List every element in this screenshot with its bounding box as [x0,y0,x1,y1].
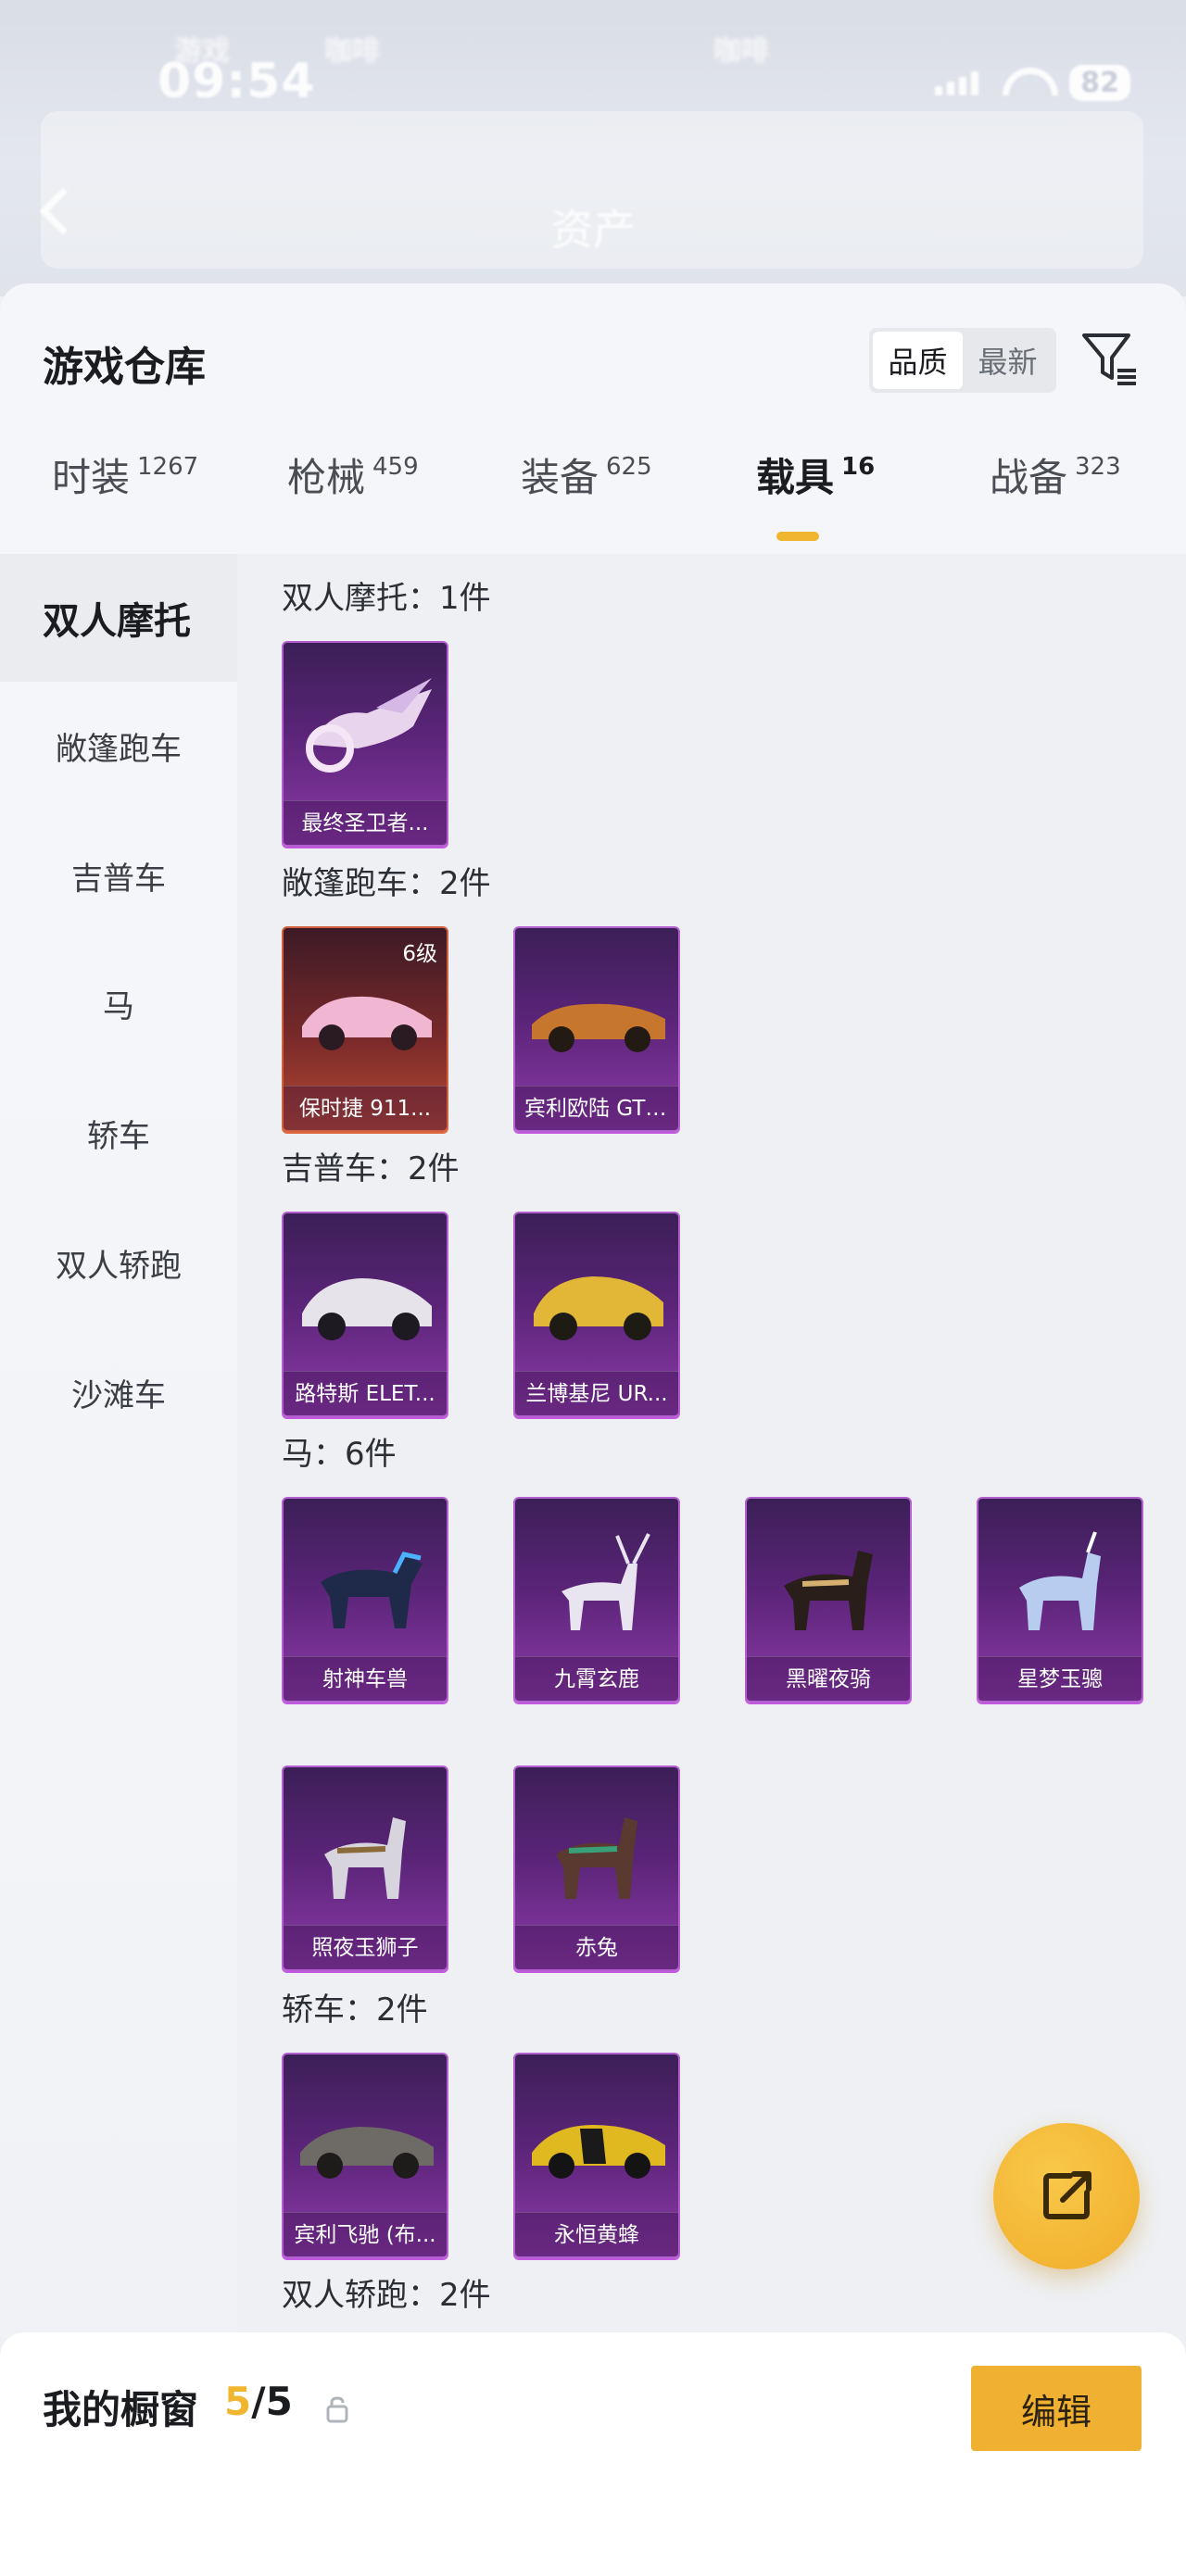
section-title: 马：6件 [282,1436,397,1473]
tab-gear[interactable]: 战备 323 [990,450,1121,543]
sidebar-item-jeep[interactable]: 吉普车 [0,811,237,939]
showcase-label: 我的橱窗 [43,2387,199,2432]
car-image [532,1003,665,1052]
vehicle-name: 最终圣卫者... [284,800,447,845]
motorcycle-image [306,678,432,773]
showcase-total: /5 [251,2379,293,2424]
vehicle-name: 射神车兽 [284,1656,447,1701]
vehicle-name: 黑曜夜骑 [747,1656,910,1701]
lock-icon [326,2396,348,2423]
vehicle-name: 保时捷 911... [284,1086,447,1130]
vehicle-card[interactable]: 黑曜夜骑 [745,1497,912,1703]
car-image [532,2125,665,2179]
vehicle-name: 宾利欧陆 GT ... [515,1086,678,1130]
showcase-count: 5/5 [224,2379,293,2424]
car-image [300,2127,434,2179]
vehicle-card[interactable]: 宾利飞驰 (布... [282,2053,448,2258]
vehicle-name: 星梦玉骢 [978,1656,1142,1701]
sidebar-item-sedan[interactable]: 轿车 [0,1069,237,1197]
vehicle-name: 赤兔 [515,1925,678,1969]
horse-image [561,1533,650,1630]
sidebar-item-beach-buggy[interactable]: 沙滩车 [0,1328,237,1456]
vehicle-card[interactable]: 路特斯 ELET... [282,1212,448,1417]
vehicle-card[interactable]: 兰博基尼 UR... [513,1212,680,1417]
section-title: 吉普车：2件 [282,1150,460,1187]
battery-indicator: 82 [1069,65,1130,101]
tab-count: 323 [1075,453,1121,481]
page-title: 资产 [550,205,636,255]
vehicle-card[interactable]: 星梦玉骢 [977,1497,1143,1703]
section-title: 敞篷跑车：2件 [282,865,491,902]
vehicle-card[interactable]: 赤兔 [513,1766,680,1971]
sort-option-quality[interactable]: 品质 [873,332,963,389]
vehicle-name: 宾利飞驰 (布... [284,2212,447,2256]
sort-option-latest[interactable]: 最新 [963,332,1053,389]
tab-label: 战备 [990,455,1068,500]
vehicle-card[interactable]: 宾利欧陆 GT ... [513,926,680,1132]
vehicle-card[interactable]: 6级 保时捷 911... [282,926,448,1132]
sidebar-item-two-seat-coupe[interactable]: 双人轿跑 [0,1199,237,1326]
tab-equipment[interactable]: 装备 625 [521,450,652,543]
tab-vehicles[interactable]: 载具 16 [756,450,875,543]
tab-count: 625 [606,453,652,481]
tab-label: 枪械 [287,455,366,500]
vehicle-type-sidebar: 双人摩托 敞篷跑车 吉普车 马 轿车 双人轿跑 沙滩车 [0,554,237,2338]
showcase-bar: 我的橱窗 5/5 编辑 [0,2332,1186,2576]
vehicle-card[interactable]: 永恒黄蜂 [513,2053,680,2258]
horse-image [556,1817,637,1899]
tab-label: 装备 [521,455,599,500]
section-title: 双人轿跑：2件 [282,2277,491,2314]
edit-button[interactable]: 编辑 [971,2366,1142,2451]
horse-image [784,1551,873,1630]
section-title: 双人摩托：1件 [282,580,491,617]
external-link-icon [1043,2171,1091,2219]
tab-label: 载具 [756,455,835,500]
faded-text: 咖啡 [713,35,769,68]
signal-icon [935,70,979,95]
warehouse-title: 游戏仓库 [43,344,206,391]
sidebar-item-two-seat-motorcycle[interactable]: 双人摩托 [0,554,237,682]
car-image [534,1276,663,1340]
sort-toggle: 品质 最新 [869,328,1056,393]
showcase-current: 5 [224,2379,252,2424]
wifi-icon [1003,68,1045,99]
vehicle-name: 九霄玄鹿 [515,1656,678,1701]
share-fab[interactable] [993,2123,1140,2269]
section-title: 轿车：2件 [282,1992,428,2029]
vehicle-card[interactable]: 九霄玄鹿 [513,1497,680,1703]
active-tab-indicator [776,532,819,541]
vehicle-name: 永恒黄蜂 [515,2212,678,2256]
car-image [302,996,432,1050]
sidebar-item-convertible[interactable]: 敞篷跑车 [0,682,237,810]
vehicle-card[interactable]: 照夜玉狮子 [282,1766,448,1971]
vehicle-name: 照夜玉狮子 [284,1925,447,1969]
status-time: 09:54 [158,54,316,109]
tab-count: 16 [841,453,876,481]
vehicle-list: 双人摩托：1件 最终圣卫者... 敞篷跑车：2件 6级 保时捷 911... 宾… [237,554,1186,2338]
blurred-header-background: 游戏 咖啡 咖啡 09:54 82 资产 [0,0,1186,296]
horse-image [321,1552,423,1628]
filter-icon[interactable] [1080,330,1140,389]
horse-image [1019,1531,1101,1630]
warehouse-sheet: 游戏仓库 品质 最新 时装 1267 枪械 459 装备 625 载具 16 战… [0,283,1186,2338]
horse-image [324,1817,406,1899]
sidebar-item-horse[interactable]: 马 [0,939,237,1067]
status-icons: 82 [935,65,1130,101]
car-image [302,1278,432,1340]
vehicle-name: 路特斯 ELET... [284,1371,447,1415]
tab-label: 时装 [52,455,131,500]
tab-firearms[interactable]: 枪械 459 [287,450,419,543]
vehicle-card[interactable]: 最终圣卫者... [282,641,448,847]
tab-fashion[interactable]: 时装 1267 [52,450,198,543]
vehicle-card[interactable]: 射神车兽 [282,1497,448,1703]
vehicle-name: 兰博基尼 UR... [515,1371,678,1415]
category-tabs: 时装 1267 枪械 459 装备 625 载具 16 战备 323 [0,450,1186,543]
tab-count: 1267 [137,453,199,481]
faded-text: 咖啡 [324,35,380,68]
tab-count: 459 [372,453,419,481]
